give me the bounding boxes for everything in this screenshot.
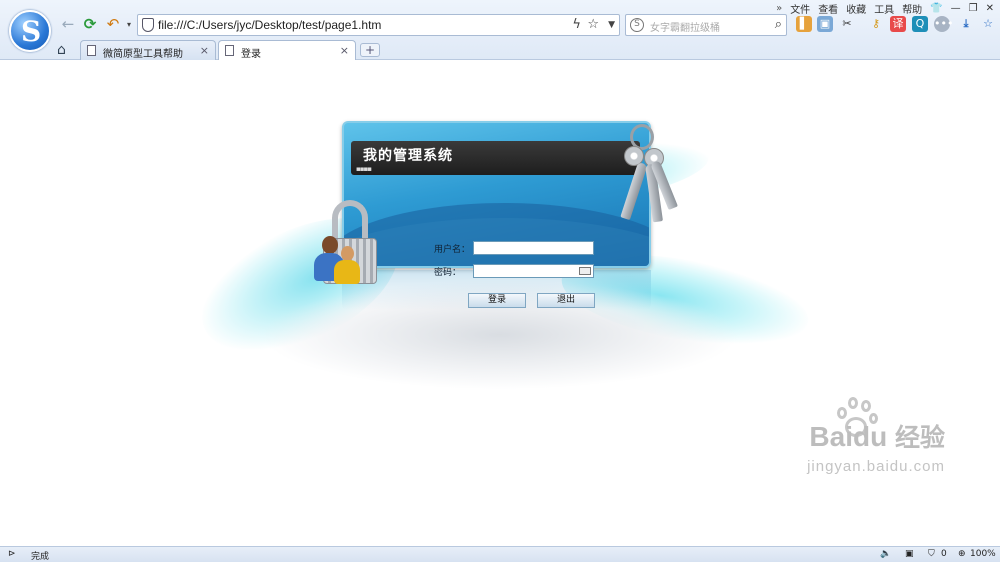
undo-dropdown-icon[interactable]: ▾: [120, 15, 138, 33]
close-tab-icon[interactable]: ×: [340, 44, 349, 57]
menu-overflow-icon[interactable]: »: [776, 3, 782, 14]
menu-file[interactable]: 文件: [790, 1, 810, 16]
key-blade: [620, 161, 648, 221]
key-icon[interactable]: ⚷: [868, 16, 884, 32]
new-tab-button[interactable]: +: [360, 43, 380, 57]
restore-icon[interactable]: ❐: [969, 3, 978, 14]
user-icon: [334, 246, 360, 284]
security-shield-icon: [142, 18, 154, 32]
camera-icon[interactable]: ▣: [905, 549, 914, 559]
login-button[interactable]: 登录: [468, 293, 526, 308]
more-icon[interactable]: •••: [934, 16, 953, 32]
tab-label: 登录: [241, 49, 261, 60]
page-icon: [87, 45, 96, 56]
address-input[interactable]: file:///C:/Users/jyc/Desktop/test/page1.…: [158, 18, 381, 32]
address-dropdown-icon[interactable]: ▼: [608, 20, 615, 30]
status-text: 完成: [31, 552, 50, 562]
exit-button[interactable]: 退出: [537, 293, 595, 308]
screenshot-icon[interactable]: ▣: [817, 16, 833, 32]
address-bar[interactable]: file:///C:/Users/jyc/Desktop/test/page1.…: [137, 14, 620, 36]
login-title: 我的管理系统: [363, 148, 453, 164]
menu-tools[interactable]: 工具: [874, 1, 894, 16]
paw-toe: [861, 400, 871, 412]
search-icon[interactable]: ⌕: [775, 17, 782, 32]
download-icon[interactable]: ⤓: [958, 16, 974, 32]
search-box[interactable]: S 女字霸翻拉级桶 ⌕: [625, 14, 787, 36]
browser-logo-icon[interactable]: S: [9, 10, 51, 52]
password-field[interactable]: [473, 264, 594, 278]
user-body: [334, 260, 360, 284]
username-label: 用户名：: [434, 245, 471, 255]
watermark-bai: Bai: [809, 421, 853, 452]
page-icon: [225, 45, 234, 56]
browser-toolbar: S » 文件 查看 收藏 工具 帮助 👕 — ❐ ✕ ← ⟳ ↶ ▾ file:…: [0, 0, 1000, 61]
close-window-icon[interactable]: ✕: [986, 3, 994, 14]
menu-bar: » 文件 查看 收藏 工具 帮助 👕 — ❐ ✕: [776, 1, 994, 16]
status-bar: ⊳ 完成 🔈 ▣ ⛉ 0 ⊕ 100%: [0, 546, 1000, 562]
shield-icon[interactable]: ⛉: [928, 549, 935, 559]
shield-count: 0: [941, 549, 947, 559]
keys-icon: [612, 124, 679, 223]
search-input[interactable]: 女字霸翻拉级桶: [650, 19, 720, 34]
menu-help[interactable]: 帮助: [902, 1, 922, 16]
home-icon[interactable]: ⌂: [57, 42, 66, 58]
reader-icon[interactable]: ▌: [796, 16, 812, 32]
tab-label: 微简原型工具帮助: [103, 49, 183, 60]
paw-toe: [848, 397, 858, 409]
login-titlebar: 我的管理系统 ▪▪▪▪: [351, 141, 640, 175]
keyboard-icon[interactable]: [579, 267, 591, 275]
speaker-icon[interactable]: 🔈: [880, 549, 891, 559]
skin-icon[interactable]: 👕: [930, 3, 942, 14]
username-field[interactable]: [473, 241, 594, 255]
zoom-level[interactable]: 100%: [970, 549, 996, 559]
star-icon[interactable]: ☆: [587, 17, 599, 32]
logo-letter: S: [21, 15, 42, 48]
tab-help[interactable]: 微简原型工具帮助 ×: [80, 40, 216, 60]
close-tab-icon[interactable]: ×: [200, 44, 209, 57]
menu-favorites[interactable]: 收藏: [846, 1, 866, 16]
scissors-icon[interactable]: ✂: [839, 16, 855, 32]
app-icon[interactable]: Q: [912, 16, 928, 32]
favorites-star-icon[interactable]: ☆: [980, 16, 996, 32]
lightning-icon[interactable]: ϟ: [572, 17, 581, 32]
password-label: 密码：: [434, 268, 462, 278]
panel-wave: [344, 203, 649, 266]
user-head: [341, 246, 354, 261]
baidu-watermark: Baidu 经验: [809, 418, 945, 454]
titlebar-dots-icon: ▪▪▪▪: [356, 165, 372, 173]
translate-icon[interactable]: 译: [890, 16, 906, 32]
watermark-du: du: [852, 421, 888, 452]
sidebar-toggle-icon[interactable]: ⊳: [8, 549, 16, 559]
zoom-icon[interactable]: ⊕: [958, 549, 966, 559]
watermark-url: jingyan.baidu.com: [807, 458, 945, 475]
search-engine-icon[interactable]: S: [630, 18, 644, 32]
minimize-icon[interactable]: —: [951, 3, 961, 14]
browser-window: S » 文件 查看 收藏 工具 帮助 👕 — ❐ ✕ ← ⟳ ↶ ▾ file:…: [0, 0, 1000, 562]
menu-view[interactable]: 查看: [818, 1, 838, 16]
refresh-icon[interactable]: ⟳: [81, 15, 99, 33]
watermark-cn: 经验: [894, 424, 945, 452]
back-icon[interactable]: ←: [59, 15, 77, 33]
tab-login[interactable]: 登录 ×: [218, 40, 356, 61]
